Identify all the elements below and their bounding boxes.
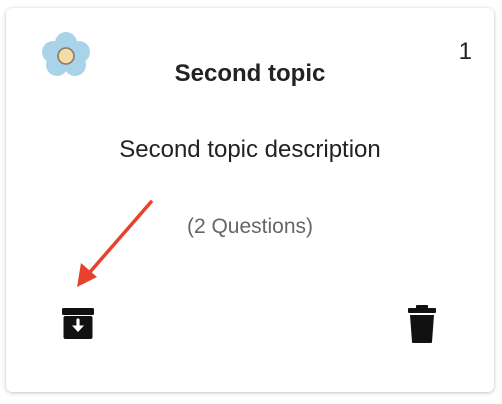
delete-button[interactable]: [398, 300, 446, 348]
topic-card[interactable]: 1 Second topic Second topic description …: [6, 8, 494, 392]
archive-button[interactable]: [54, 300, 102, 348]
topic-description: Second topic description: [119, 136, 381, 163]
question-count: (2 Questions): [186, 215, 314, 238]
trash-icon: [408, 305, 436, 343]
topic-title: Second topic: [174, 60, 326, 87]
archive-icon: [62, 308, 94, 339]
